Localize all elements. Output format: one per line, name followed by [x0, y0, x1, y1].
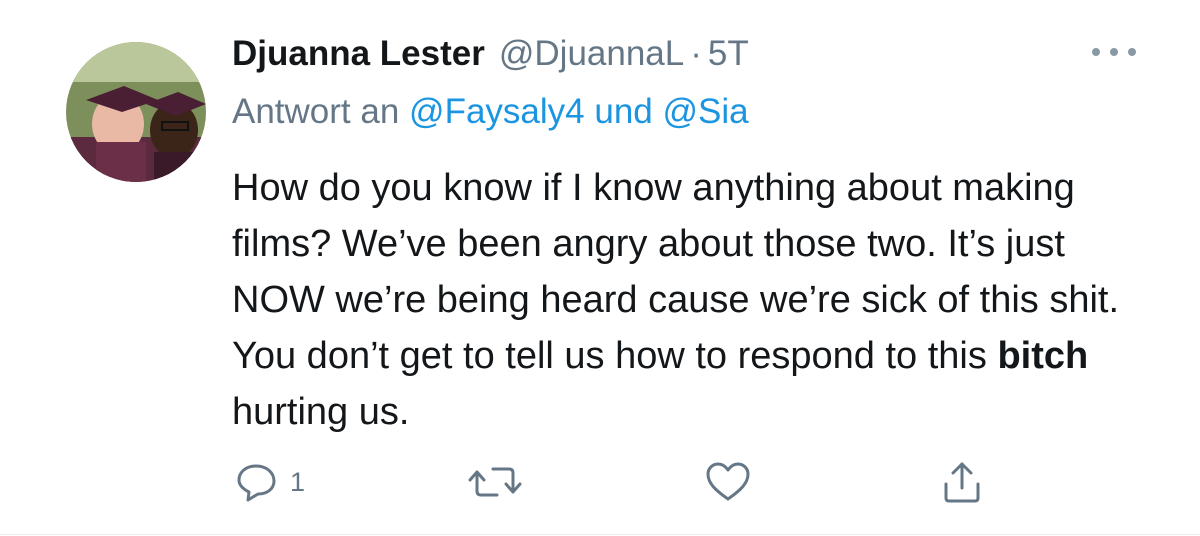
- display-name[interactable]: Djuanna Lester: [232, 30, 485, 78]
- retweet-button[interactable]: [467, 454, 523, 510]
- reply-mention-1[interactable]: @Faysaly4: [409, 92, 585, 131]
- divider: [0, 534, 1200, 535]
- reply-prefix: Antwort an: [232, 92, 400, 131]
- avatar[interactable]: [66, 42, 206, 182]
- reply-context: Antwort an @Faysaly4 und @Sia: [232, 88, 749, 136]
- tweet-header: Djuanna Lester @DjuannaL · 5T: [232, 30, 749, 78]
- avatar-photo: [66, 42, 206, 182]
- reply-count: 1: [290, 466, 306, 497]
- tweet-text-bold: bitch: [997, 335, 1089, 377]
- reply-bubble-icon: [237, 464, 276, 502]
- tweet-card[interactable]: Djuanna Lester @DjuannaL · 5T Antwort an…: [0, 0, 1200, 536]
- like-button[interactable]: [705, 454, 751, 510]
- timestamp[interactable]: 5T: [708, 30, 749, 78]
- reply-joiner: und: [594, 92, 653, 131]
- tweet-text-part-1: How do you know if I know anything about…: [232, 167, 1120, 377]
- share-button[interactable]: [942, 454, 982, 510]
- action-bar: 1: [0, 454, 1200, 510]
- more-options-icon[interactable]: [1092, 40, 1136, 64]
- reply-button[interactable]: 1: [236, 454, 305, 510]
- retweet-icon: [468, 467, 522, 497]
- share-icon: [944, 462, 980, 503]
- user-handle[interactable]: @DjuannaL: [499, 30, 684, 78]
- reply-mention-2[interactable]: @Sia: [663, 92, 749, 131]
- separator-dot: ·: [690, 34, 702, 73]
- heart-icon: [706, 462, 750, 501]
- tweet-text: How do you know if I know anything about…: [232, 160, 1132, 440]
- tweet-text-part-2: hurting us.: [232, 391, 410, 433]
